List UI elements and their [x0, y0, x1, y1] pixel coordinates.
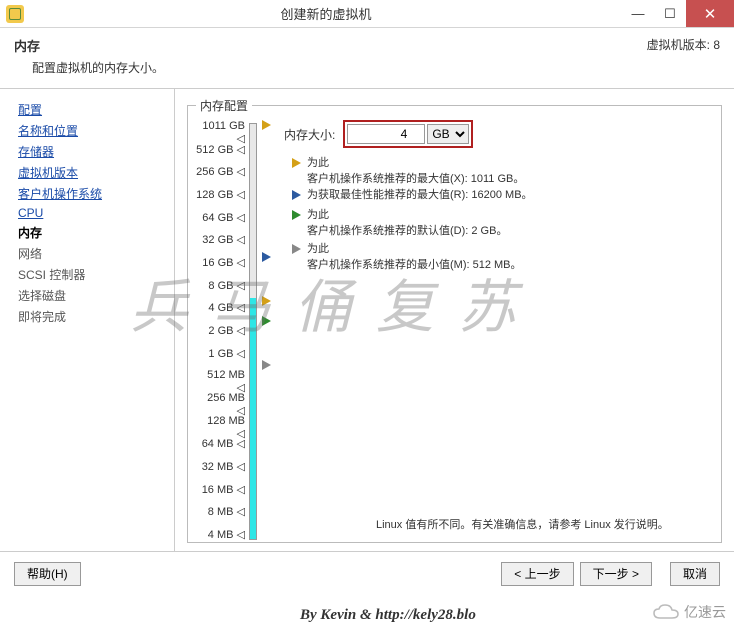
ruler-tick: 1 GB ◁: [208, 347, 245, 360]
ruler-tick: 512 MB ◁: [196, 369, 245, 394]
sidebar-item[interactable]: 内存: [18, 222, 170, 243]
memory-config-legend: 内存配置: [196, 97, 252, 114]
content-area: 内存配置 1011 GB ◁512 GB ◁ 256 GB ◁ 128 GB ◁ 64…: [175, 89, 734, 551]
ruler-tick: 512 GB ◁: [196, 143, 245, 156]
ruler-tick: 32 GB ◁: [202, 233, 245, 246]
ruler-tick: 8 MB ◁: [208, 505, 245, 518]
maximize-button[interactable]: ☐: [654, 0, 686, 27]
memory-unit-select[interactable]: GB: [427, 124, 469, 144]
marker-current-icon: [262, 296, 271, 306]
minimize-button[interactable]: —: [622, 0, 654, 27]
sidebar-item: 选择磁盘: [18, 285, 170, 306]
header-area: 内存 配置虚拟机的内存大小。 虚拟机版本: 8: [0, 28, 734, 89]
ruler-tick: 256 GB ◁: [196, 165, 245, 178]
ruler-tick: 256 MB ◁: [196, 392, 245, 417]
sidebar-item[interactable]: 客户机操作系统: [18, 183, 170, 204]
memory-size-input[interactable]: [347, 124, 425, 144]
sidebar-item: 即将完成: [18, 306, 170, 327]
ruler-tick: 1011 GB ◁: [196, 120, 245, 145]
wizard-sidebar: 配置名称和位置存储器虚拟机版本客户机操作系统CPU内存网络SCSI 控制器选择磁…: [0, 89, 175, 551]
note-min: 为此 客户机操作系统推荐的最小值(M): 512 MB。: [292, 240, 522, 272]
marker-default-icon: [262, 316, 271, 326]
sidebar-item[interactable]: CPU: [18, 204, 170, 222]
vm-version-label: 虚拟机版本: 8: [647, 36, 720, 76]
credit-text: By Kevin & http://kely28.blo: [300, 607, 476, 624]
page-subtitle: 配置虚拟机的内存大小。: [32, 59, 647, 76]
ruler-tick: 4 GB ◁: [208, 301, 245, 314]
ruler-tick: 64 MB ◁: [202, 437, 245, 450]
ruler-tick: 16 MB ◁: [202, 483, 245, 496]
ruler-tick: 16 GB ◁: [202, 256, 245, 269]
app-icon: [6, 5, 24, 23]
marker-min-icon: [262, 360, 271, 370]
close-button[interactable]: ✕: [686, 0, 734, 27]
sidebar-item[interactable]: 存储器: [18, 141, 170, 162]
main-area: 配置名称和位置存储器虚拟机版本客户机操作系统CPU内存网络SCSI 控制器选择磁…: [0, 89, 734, 551]
cloud-logo: 亿速云: [652, 602, 726, 622]
triangle-yellow-icon: [292, 158, 301, 168]
linux-note: Linux 值有所不同。有关准确信息，请参考 Linux 发行说明。: [376, 516, 669, 532]
sidebar-item[interactable]: 名称和位置: [18, 120, 170, 141]
note-max: 为此 客户机操作系统推荐的最大值(X): 1011 GB。: [292, 154, 524, 186]
note-perf: 为获取最佳性能推荐的最大值(R): 16200 MB。: [292, 186, 533, 202]
memory-config-group: 内存配置 1011 GB ◁512 GB ◁ 256 GB ◁ 128 GB ◁ 64…: [187, 97, 722, 543]
ruler-tick: 128 GB ◁: [196, 188, 245, 201]
triangle-grey-icon: [292, 244, 301, 254]
note-default: 为此 客户机操作系统推荐的默认值(D): 2 GB。: [292, 206, 507, 238]
titlebar: 创建新的虚拟机 — ☐ ✕: [0, 0, 734, 28]
marker-perf-icon: [262, 252, 271, 262]
page-title: 内存: [14, 36, 647, 55]
window-buttons: — ☐ ✕: [622, 0, 734, 27]
memory-size-control: GB: [343, 120, 473, 148]
ruler-tick: 2 GB ◁: [208, 324, 245, 337]
back-button[interactable]: < 上一步: [501, 562, 573, 586]
ruler-tick: 32 MB ◁: [202, 460, 245, 473]
sidebar-item[interactable]: 配置: [18, 99, 170, 120]
sidebar-item: 网络: [18, 243, 170, 264]
memory-ruler-labels: 1011 GB ◁512 GB ◁ 256 GB ◁ 128 GB ◁ 64 GB ◁…: [196, 120, 248, 540]
ruler-tick: 4 MB ◁: [208, 528, 245, 541]
next-button[interactable]: 下一步 >: [580, 562, 652, 586]
memory-ruler[interactable]: [248, 120, 258, 540]
cancel-button[interactable]: 取消: [670, 562, 720, 586]
ruler-tick: 128 MB ◁: [196, 415, 245, 440]
footer: 帮助(H) < 上一步 下一步 > 取消: [0, 551, 734, 595]
triangle-green-icon: [292, 210, 301, 220]
ruler-tick: 64 GB ◁: [202, 211, 245, 224]
sidebar-item[interactable]: 虚拟机版本: [18, 162, 170, 183]
ruler-tick: 8 GB ◁: [208, 279, 245, 292]
marker-max-icon: [262, 120, 271, 130]
memory-size-label: 内存大小:: [284, 126, 335, 143]
sidebar-item: SCSI 控制器: [18, 264, 170, 285]
window-title: 创建新的虚拟机: [30, 4, 622, 23]
triangle-blue-icon: [292, 190, 301, 200]
memory-markers: [262, 120, 276, 540]
help-button[interactable]: 帮助(H): [14, 562, 81, 586]
